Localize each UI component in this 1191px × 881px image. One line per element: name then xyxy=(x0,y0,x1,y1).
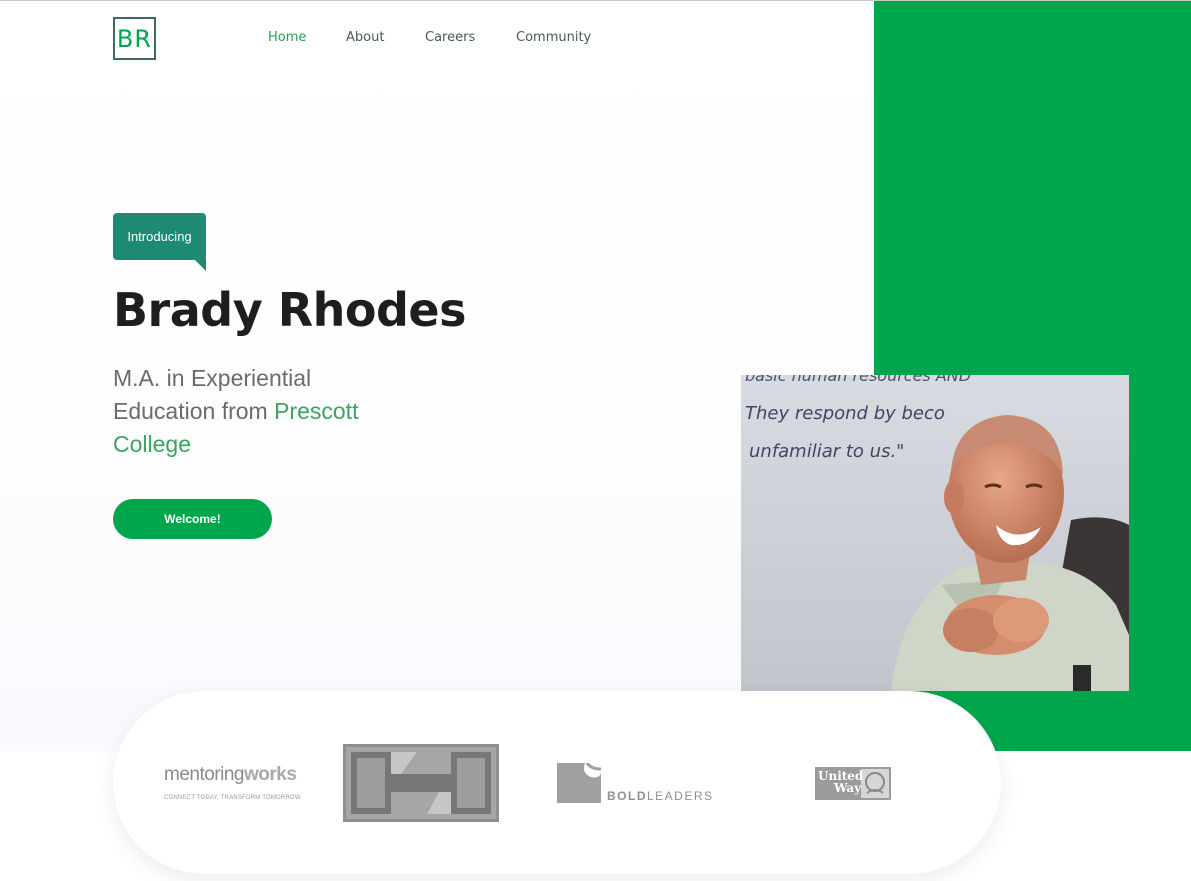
site-logo[interactable]: BR xyxy=(113,17,156,60)
h-shield-logo[interactable] xyxy=(343,744,499,822)
mentoring-works-tagline: CONNECT TODAY, TRANSFORM TOMORROW xyxy=(164,795,301,801)
nav-careers[interactable]: Careers xyxy=(425,30,475,45)
mentoring-works-name: mentoringworks xyxy=(164,764,297,785)
whiteboard-line-3: unfamiliar to us." xyxy=(749,441,904,462)
hero-name: Brady Rhodes xyxy=(113,283,467,337)
hero-subtitle: M.A. in Experiential Education from Pres… xyxy=(113,362,413,461)
nav-community[interactable]: Community xyxy=(516,30,591,45)
portrait-photo: basic human resources AND They respond b… xyxy=(741,375,1129,691)
badge-tail xyxy=(193,258,206,271)
nav-about[interactable]: About xyxy=(346,30,384,45)
whiteboard-line-1: basic human resources AND xyxy=(745,375,971,385)
whiteboard-line-2: They respond by beco xyxy=(745,403,945,424)
united-way-name: United Way xyxy=(818,769,864,795)
nav-home[interactable]: Home xyxy=(268,30,306,45)
bold-leaders-name[interactable]: BOLDLEADERS xyxy=(607,789,714,803)
bold-leaders-icon[interactable] xyxy=(557,763,601,803)
portrait-illustration: basic human resources AND They respond b… xyxy=(741,375,1129,691)
introducing-badge: Introducing xyxy=(113,213,206,260)
welcome-button[interactable]: Welcome! xyxy=(113,499,272,539)
